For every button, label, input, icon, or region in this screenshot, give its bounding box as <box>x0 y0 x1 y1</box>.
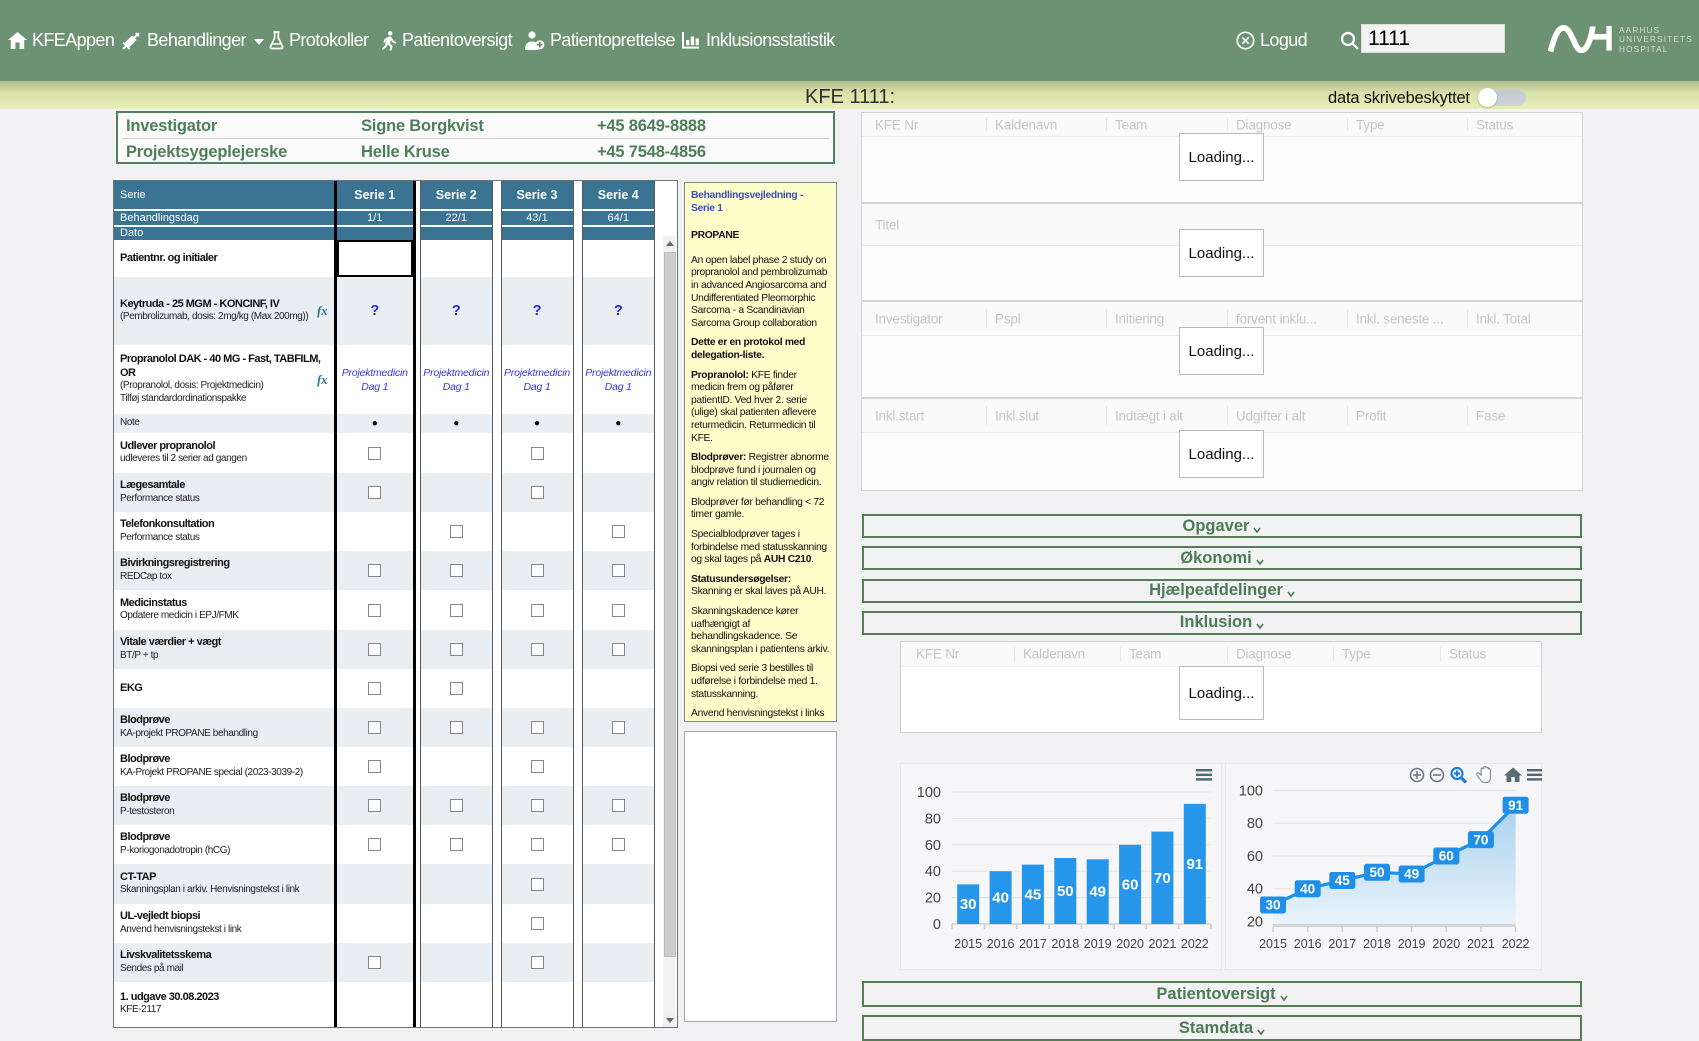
svg-text:2019: 2019 <box>1398 937 1426 951</box>
svg-text:2016: 2016 <box>1294 937 1322 951</box>
svg-text:2020: 2020 <box>1116 937 1144 951</box>
svg-text:45: 45 <box>1335 873 1351 888</box>
svg-text:100: 100 <box>917 785 941 801</box>
svg-text:49: 49 <box>1404 867 1419 882</box>
svg-text:45: 45 <box>1025 886 1042 903</box>
svg-text:40: 40 <box>1247 882 1263 898</box>
svg-text:2015: 2015 <box>1259 937 1287 951</box>
svg-text:60: 60 <box>1122 876 1139 893</box>
svg-text:2018: 2018 <box>1363 937 1391 951</box>
svg-text:40: 40 <box>925 864 941 880</box>
svg-text:60: 60 <box>1247 849 1263 865</box>
svg-text:2017: 2017 <box>1328 937 1356 951</box>
svg-text:30: 30 <box>960 896 977 913</box>
svg-text:0: 0 <box>933 917 941 933</box>
svg-text:80: 80 <box>1247 816 1263 832</box>
svg-text:80: 80 <box>925 811 941 827</box>
svg-text:2019: 2019 <box>1084 937 1112 951</box>
svg-text:91: 91 <box>1508 798 1524 813</box>
svg-text:2021: 2021 <box>1467 937 1495 951</box>
svg-text:2022: 2022 <box>1181 937 1209 951</box>
svg-text:2018: 2018 <box>1051 937 1079 951</box>
svg-text:60: 60 <box>925 838 941 854</box>
svg-text:30: 30 <box>1265 898 1280 913</box>
svg-text:100: 100 <box>1239 784 1263 800</box>
svg-text:91: 91 <box>1186 856 1203 873</box>
svg-text:2017: 2017 <box>1019 937 1047 951</box>
svg-text:50: 50 <box>1057 883 1074 900</box>
svg-text:49: 49 <box>1089 884 1106 901</box>
svg-text:2022: 2022 <box>1502 937 1530 951</box>
svg-text:60: 60 <box>1439 849 1454 864</box>
svg-text:20: 20 <box>925 891 941 907</box>
svg-text:50: 50 <box>1369 865 1384 880</box>
svg-text:2015: 2015 <box>954 937 982 951</box>
svg-text:70: 70 <box>1473 832 1488 847</box>
svg-text:40: 40 <box>992 890 1009 907</box>
svg-text:70: 70 <box>1154 870 1171 887</box>
svg-text:2021: 2021 <box>1148 937 1176 951</box>
svg-text:40: 40 <box>1300 881 1315 896</box>
svg-text:2020: 2020 <box>1432 937 1460 951</box>
svg-text:20: 20 <box>1247 914 1263 930</box>
svg-text:2016: 2016 <box>987 937 1015 951</box>
